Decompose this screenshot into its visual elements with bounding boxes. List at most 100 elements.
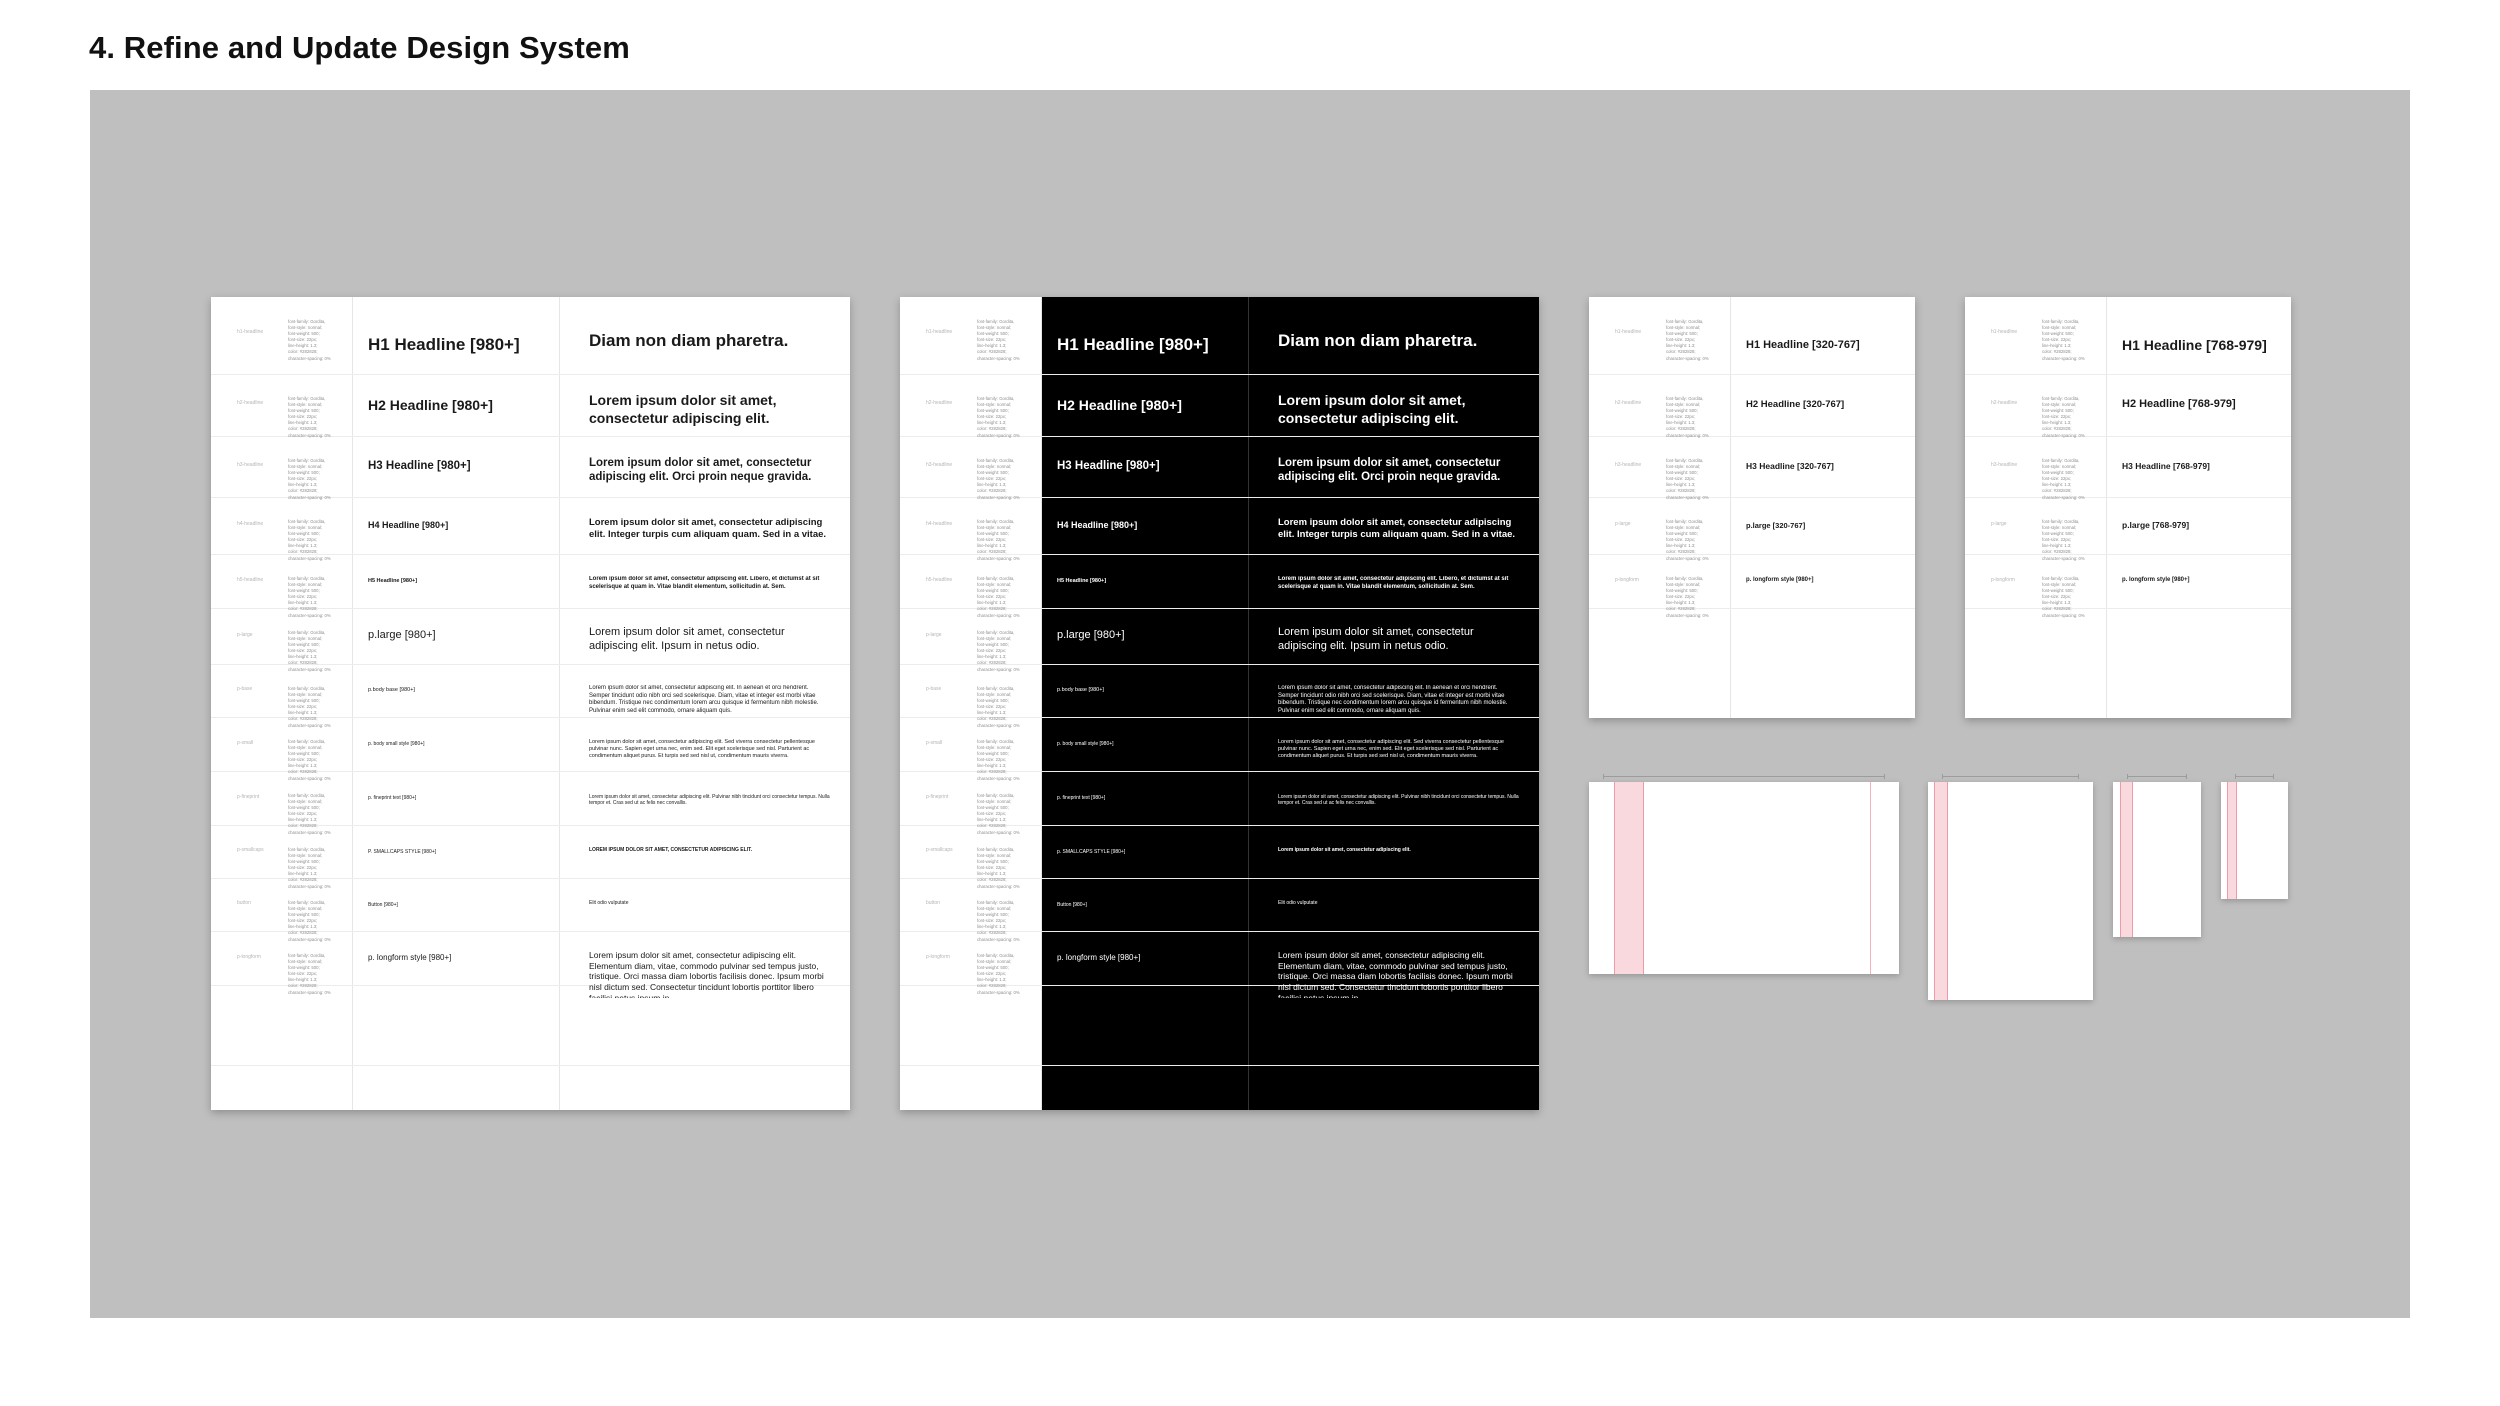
type-row[interactable]: h1-headline font-family: Gordita, font-st… <box>1965 297 2291 375</box>
type-row[interactable]: p-base font-family: Gordita, font-style: … <box>900 664 1539 728</box>
type-row[interactable]: h3-headline font-family: Gordita, font-st… <box>900 436 1539 500</box>
style-name: H3 Headline [980+] <box>368 460 471 472</box>
style-name: p. fineprint text [980+] <box>368 795 417 801</box>
type-sheet-dark-980[interactable]: h1-headline font-family: Gordita, font-st… <box>900 297 1539 1110</box>
style-sample-text: Lorem ipsum dolor sit amet, consectetur … <box>589 392 777 426</box>
row-token-label: h2-headline <box>1615 400 1642 406</box>
type-row[interactable]: h1-headline font-family: Gordita, font-st… <box>900 297 1539 375</box>
row-token-label: h4-headline <box>237 521 264 527</box>
row-spec-list: font-family: Gordita, font-style: normal… <box>977 319 1020 361</box>
style-name: p. body small style [980+] <box>368 741 425 747</box>
row-token-label: h2-headline <box>1991 400 2018 406</box>
type-row[interactable]: h4-headline font-family: Gordita, font-st… <box>900 497 1539 561</box>
style-sample-text: Lorem ipsum dolor sit amet, consectetur … <box>1278 392 1466 426</box>
style-sample-text: LOREM IPSUM DOLOR SIT AMET, CONSECTETUR … <box>589 847 752 853</box>
type-row[interactable]: h2-headline font-family: Gordita, font-st… <box>900 374 1539 438</box>
style-sample-text: Lorem ipsum dolor sit amet, consectetur … <box>1278 626 1474 652</box>
row-spec-list: font-family: Gordita, font-style: normal… <box>2042 458 2085 500</box>
style-name: H3 Headline [980+] <box>1057 460 1160 472</box>
row-token-label: p-small <box>237 740 254 746</box>
row-token-label: h1-headline <box>237 329 264 335</box>
style-sample-text: Lorem ipsum dolor sit amet, consectetur … <box>589 685 819 714</box>
style-sample-text: Lorem ipsum dolor sit amet, consectetur … <box>1278 847 1411 853</box>
row-spec-list: font-family: Gordita, font-style: normal… <box>2042 319 2085 361</box>
row-spec-list: font-family: Gordita, font-style: normal… <box>1666 319 1709 361</box>
style-name: p.large [980+] <box>1057 629 1125 641</box>
type-row[interactable]: h5-headline font-family: Gordita, font-st… <box>900 554 1539 618</box>
type-row[interactable]: h5-headline font-family: Gordita, font-st… <box>211 554 850 618</box>
style-sample-text: Lorem ipsum dolor sit amet, consectetur … <box>589 457 812 484</box>
type-row[interactable]: button font-family: Gordita, font-style: … <box>900 878 1539 942</box>
type-row[interactable]: p-large font-family: Gordita, font-style:… <box>1589 497 1915 561</box>
style-sample-text: Lorem ipsum dolor sit amet, consectetur … <box>1278 685 1508 714</box>
type-row[interactable]: h3-headline font-family: Gordita, font-st… <box>1589 436 1915 500</box>
style-sample-text: Elit odio vulputate <box>589 900 629 906</box>
grid-column <box>1934 782 1948 1000</box>
style-name: H1 Headline [768-979] <box>2122 337 2267 353</box>
grid-column <box>2120 782 2133 937</box>
type-row[interactable]: h3-headline font-family: Gordita, font-st… <box>1965 436 2291 500</box>
type-row[interactable]: h3-headline font-family: Gordita, font-st… <box>211 436 850 500</box>
style-name: H5 Headline [980+] <box>368 578 418 584</box>
style-sample-text: Lorem ipsum dolor sit amet, consectetur … <box>589 794 830 807</box>
row-token-label: h3-headline <box>1615 462 1642 468</box>
row-token-label: p-large <box>926 632 942 638</box>
type-row[interactable]: h1-headline font-family: Gordita, font-st… <box>211 297 850 375</box>
page-title: 4. Refine and Update Design System <box>89 30 630 65</box>
design-canvas[interactable]: h1-headline font-family: Gordita, font-st… <box>90 90 2410 1318</box>
row-token-label: h5-headline <box>237 577 264 583</box>
type-row[interactable]: h2-headline font-family: Gordita, font-st… <box>1589 374 1915 438</box>
type-row[interactable]: p-small font-family: Gordita, font-style:… <box>211 717 850 781</box>
row-token-label: p-base <box>237 686 253 692</box>
type-row[interactable]: p-large font-family: Gordita, font-style:… <box>900 608 1539 672</box>
type-row[interactable]: p-fineprint font-family: Gordita, font-st… <box>211 771 850 835</box>
style-name: H1 Headline [320-767] <box>1746 339 1860 351</box>
row-token-label: button <box>926 900 940 906</box>
type-row[interactable]: h1-headline font-family: Gordita, font-st… <box>1589 297 1915 375</box>
row-token-label: h1-headline <box>1615 329 1642 335</box>
type-row[interactable]: h2-headline font-family: Gordita, font-st… <box>211 374 850 438</box>
style-name: H5 Headline [980+] <box>1057 578 1107 584</box>
type-row[interactable]: p-longform font-family: Gordita, font-sty… <box>1589 554 1915 618</box>
style-name: H2 Headline [980+] <box>1057 397 1182 413</box>
type-sheet-light-320[interactable]: h1-headline font-family: Gordita, font-st… <box>1589 297 1915 718</box>
row-token-label: h5-headline <box>926 577 953 583</box>
row-token-label: button <box>237 900 251 906</box>
row-spec-list: font-family: Gordita, font-style: normal… <box>288 319 331 361</box>
type-row[interactable]: p-smallcaps font-family: Gordita, font-st… <box>211 825 850 889</box>
empty-row <box>1589 608 1915 718</box>
type-row[interactable]: button font-family: Gordita, font-style: … <box>211 878 850 942</box>
style-sample-text: Lorem ipsum dolor sit amet, consectetur … <box>589 739 815 759</box>
type-sheet-light-980[interactable]: h1-headline font-family: Gordita, font-st… <box>211 297 850 1110</box>
empty-row <box>211 985 850 1066</box>
type-row[interactable]: p-longform font-family: Gordita, font-sty… <box>1965 554 2291 618</box>
style-name: p.large [320-767] <box>1746 521 1806 530</box>
layout-grid-frame-grid-320[interactable] <box>2221 782 2288 899</box>
breakpoint-width-indicator <box>2235 774 2274 779</box>
style-sample-text: Lorem ipsum dolor sit amet, consectetur … <box>1278 457 1501 484</box>
type-row[interactable]: p-smallcaps font-family: Gordita, font-st… <box>900 825 1539 889</box>
row-token-label: h2-headline <box>237 400 264 406</box>
row-spec-list: font-family: Gordita, font-style: normal… <box>977 458 1020 500</box>
style-name: P. SMALLCAPS STYLE [980+] <box>368 849 437 855</box>
empty-row <box>900 985 1539 1066</box>
type-row[interactable]: h2-headline font-family: Gordita, font-st… <box>1965 374 2291 438</box>
layout-grid-frame-grid-768[interactable] <box>1928 782 2093 1000</box>
type-row[interactable]: p-large font-family: Gordita, font-style:… <box>211 608 850 672</box>
style-name: p. longform style [980+] <box>1057 953 1141 962</box>
type-row[interactable]: p-fineprint font-family: Gordita, font-st… <box>900 771 1539 835</box>
type-row[interactable]: p-small font-family: Gordita, font-style:… <box>900 717 1539 781</box>
layout-grid-frame-grid-480[interactable] <box>2113 782 2201 937</box>
style-name: p.large [768-979] <box>2122 520 2190 530</box>
breakpoint-width-indicator <box>1942 774 2079 779</box>
type-row[interactable]: p-large font-family: Gordita, font-style:… <box>1965 497 2291 561</box>
type-row[interactable]: p-base font-family: Gordita, font-style: … <box>211 664 850 728</box>
type-row[interactable]: h4-headline font-family: Gordita, font-st… <box>211 497 850 561</box>
style-sample-text: Lorem ipsum dolor sit amet, consectetur … <box>1278 794 1519 807</box>
row-token-label: h3-headline <box>926 462 953 468</box>
type-row[interactable]: p-longform font-family: Gordita, font-sty… <box>900 931 1539 998</box>
type-row[interactable]: p-longform font-family: Gordita, font-sty… <box>211 931 850 998</box>
style-sample-text: Lorem ipsum dolor sit amet, consectetur … <box>1278 739 1504 759</box>
layout-grid-frame-grid-980[interactable] <box>1589 782 1899 974</box>
type-sheet-light-768[interactable]: h1-headline font-family: Gordita, font-st… <box>1965 297 2291 718</box>
